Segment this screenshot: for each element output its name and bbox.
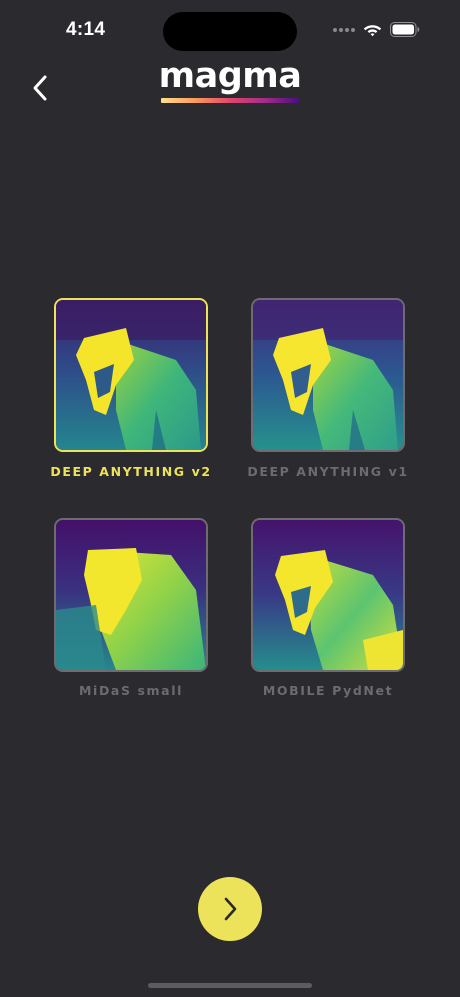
depth-map-thumbnail — [253, 520, 403, 670]
model-card-depth-anything-v2[interactable] — [54, 298, 208, 452]
model-label: DEEP ANYTHING v2 — [50, 464, 212, 479]
logo-gradient-bar — [161, 98, 299, 103]
model-label: DEEP ANYTHING v1 — [247, 464, 409, 479]
logo-text: magma — [158, 56, 302, 96]
dynamic-island — [163, 12, 297, 51]
model-selection-screen: 4:14 magma DEEP ANYTHING v2 DEEP ANYTHIN… — [0, 0, 460, 997]
chevron-right-icon — [224, 897, 237, 921]
status-time: 4:14 — [66, 19, 106, 40]
model-card-depth-anything-v1[interactable] — [251, 298, 405, 452]
wifi-icon — [363, 23, 382, 37]
depth-map-thumbnail — [56, 300, 206, 450]
cellular-signal-icon — [333, 27, 355, 32]
model-label: MOBILE PydNet — [262, 683, 394, 698]
home-indicator[interactable] — [148, 983, 312, 988]
model-label: MiDaS small — [79, 683, 183, 698]
next-button[interactable] — [198, 877, 262, 941]
depth-map-thumbnail — [253, 300, 403, 450]
depth-map-thumbnail — [56, 520, 206, 670]
chevron-left-icon — [33, 75, 47, 101]
app-logo: magma — [158, 56, 302, 108]
model-card-mobile-pydnet[interactable] — [251, 518, 405, 672]
back-button[interactable] — [22, 68, 58, 108]
status-icons — [333, 22, 420, 37]
model-card-midas-small[interactable] — [54, 518, 208, 672]
battery-icon — [390, 22, 420, 37]
